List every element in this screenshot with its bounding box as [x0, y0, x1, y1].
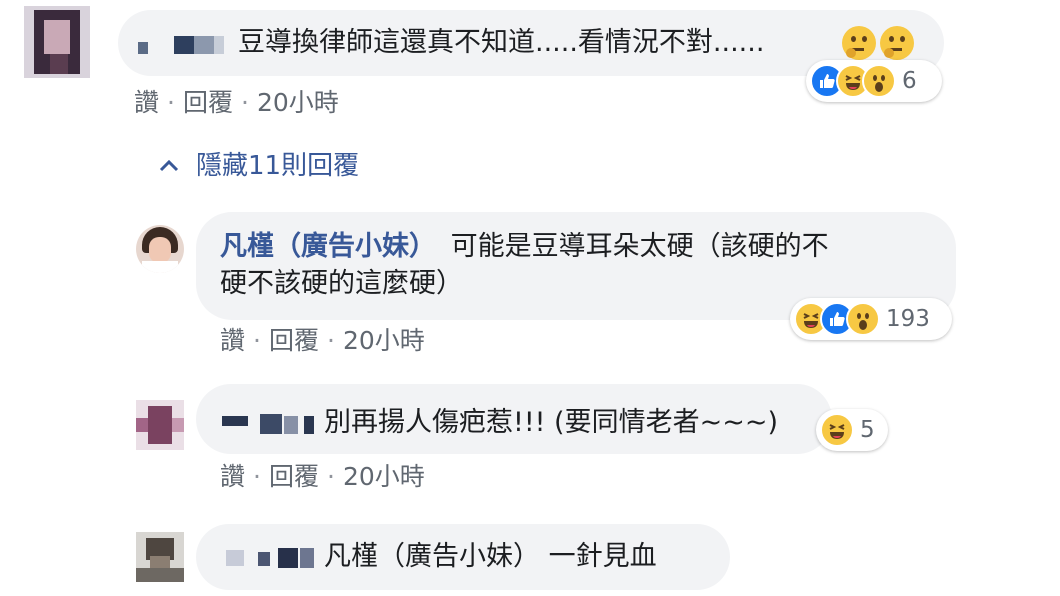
like-link[interactable]: 讚 — [134, 88, 159, 118]
timestamp[interactable]: 20小時 — [343, 462, 425, 492]
comment-text-line2: 硬不該硬的這麼硬） — [220, 268, 463, 299]
reply-link[interactable]: 回覆 — [183, 88, 233, 118]
reaction-count: 5 — [860, 417, 875, 443]
separator-dot: · — [167, 88, 175, 117]
hide-replies-link[interactable]: 隱藏11則回覆 — [158, 148, 359, 184]
comment-actions: 讚 · 回覆 · 20小時 — [220, 326, 425, 356]
comment-actions: 讚 · 回覆 · 20小時 — [134, 88, 339, 118]
avatar[interactable] — [136, 400, 184, 450]
avatar[interactable] — [136, 225, 184, 273]
reaction-summary[interactable]: 5 — [816, 409, 888, 451]
comment-text: 豆導換律師這還真不知道.....看情況不對...... — [238, 27, 765, 58]
avatar[interactable] — [24, 6, 90, 78]
comment-text: 凡槿（廣告小妹） 一針見血 — [324, 541, 657, 572]
reaction-summary[interactable]: 6 — [806, 60, 942, 102]
thinking-emoji — [842, 26, 914, 60]
author-name[interactable]: 凡槿（廣告小妹） — [220, 231, 436, 262]
reaction-count: 6 — [902, 68, 917, 94]
like-link[interactable]: 讚 — [220, 326, 245, 356]
wow-icon — [862, 64, 896, 98]
separator-dot: · — [253, 326, 261, 355]
chevron-up-icon — [158, 157, 180, 176]
hide-replies-label: 隱藏11則回覆 — [196, 151, 360, 181]
comment-text-line1: 凡槿（廣告小妹） 可能是豆導耳朵太硬（該硬的不 — [220, 228, 829, 266]
comment-text: 別再揚人傷疤惹!!! (要同情老者~~~) — [324, 407, 778, 438]
separator-dot: · — [326, 326, 335, 355]
timestamp[interactable]: 20小時 — [257, 88, 339, 118]
separator-dot: · — [240, 88, 249, 117]
haha-icon — [820, 413, 854, 447]
wow-icon — [846, 302, 880, 336]
comment-actions: 讚 · 回覆 · 20小時 — [220, 462, 425, 492]
author-name-redacted[interactable] — [138, 32, 228, 58]
avatar[interactable] — [136, 532, 184, 582]
separator-dot: · — [253, 462, 261, 491]
timestamp[interactable]: 20小時 — [343, 326, 425, 356]
reply-link[interactable]: 回覆 — [269, 326, 319, 356]
separator-dot: · — [326, 462, 335, 491]
author-name-redacted[interactable] — [222, 412, 322, 436]
reaction-count: 193 — [886, 306, 930, 332]
comment-text: 可能是豆導耳朵太硬（該硬的不 — [450, 231, 829, 262]
like-link[interactable]: 讚 — [220, 462, 245, 492]
thinking-face-icon — [880, 26, 914, 60]
thinking-face-icon — [842, 26, 876, 60]
author-name-redacted[interactable] — [226, 546, 326, 570]
reaction-summary[interactable]: 193 — [790, 298, 952, 340]
reply-link[interactable]: 回覆 — [269, 462, 319, 492]
